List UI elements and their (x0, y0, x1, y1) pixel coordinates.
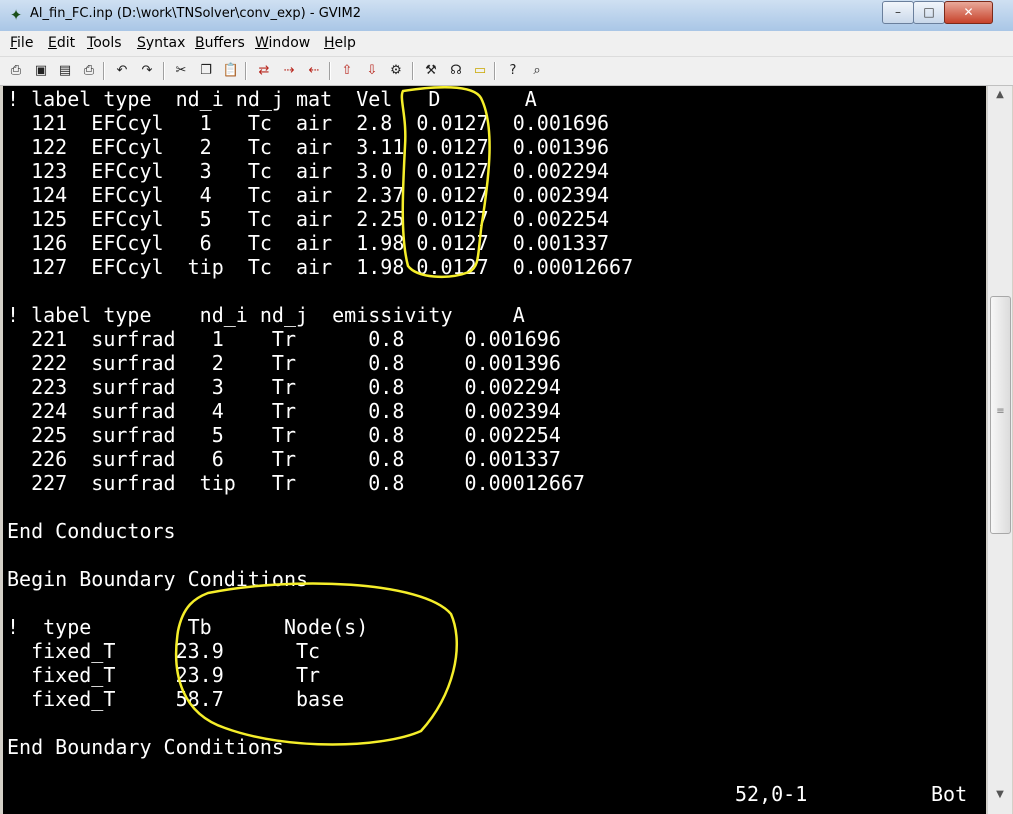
shell-icon[interactable]: ☊ (446, 61, 466, 81)
menu-buffers[interactable]: Buffers (195, 35, 245, 51)
toolbar-separator (245, 62, 247, 80)
scroll-up-arrow-icon[interactable]: ▲ (988, 86, 1012, 104)
menu-window[interactable]: Window (255, 35, 310, 51)
editor-line: 227 surfrad tip Tr 0.8 0.00012667 (7, 471, 585, 495)
menu-label: uffers (204, 35, 245, 51)
menu-file[interactable]: File (10, 35, 33, 51)
editor-text-area[interactable]: ! label type nd_i nd_j mat Vel D A 121 E… (3, 86, 986, 814)
editor-line: 225 surfrad 5 Tr 0.8 0.002254 (7, 423, 561, 447)
editor-line: 224 surfrad 4 Tr 0.8 0.002394 (7, 399, 561, 423)
run-script-icon[interactable]: ⚙ (386, 61, 406, 81)
toolbar: ⎙ ▣ ▤ ⎙ ↶ ↷ ✂ ❐ 📋 ⇄ ⇢ ⇠ ⇧ ⇩ ⚙ ⚒ ☊ ▭? ⌕ (0, 57, 1013, 86)
make-icon[interactable]: ⚒ (421, 61, 441, 81)
copy-icon[interactable]: ❐ (196, 61, 216, 81)
editor-line: 123 EFCcyl 3 Tc air 3.0 0.0127 0.002294 (7, 159, 610, 183)
status-line: 52,0-1 Bot (7, 782, 982, 806)
toolbar-separator (163, 62, 165, 80)
toolbar-separator (412, 62, 414, 80)
editor-line: fixed_T 23.9 Tr (7, 663, 321, 687)
editor-line: 221 surfrad 1 Tr 0.8 0.001696 (7, 327, 561, 351)
cut-icon[interactable]: ✂ (171, 61, 191, 81)
open-icon[interactable]: ⎙ (6, 61, 26, 81)
editor-line: ! label type nd_i nd_j mat Vel D A (7, 87, 537, 111)
menu-label: dit (56, 35, 76, 51)
redo-icon[interactable]: ↷ (137, 61, 157, 81)
menu-label: ile (17, 35, 34, 51)
menu-bar: File Edit Tools Syntax Buffers Window Help (0, 31, 1013, 57)
scroll-position: Bot (931, 782, 968, 806)
editor-line: fixed_T 58.7 base (7, 687, 345, 711)
find-next-icon[interactable]: ⇢ (279, 61, 299, 81)
find-help-icon[interactable]: ⌕ (527, 61, 547, 81)
editor-line: ! label type nd_i nd_j emissivity A (7, 303, 525, 327)
editor-line: fixed_T 23.9 Tc (7, 639, 321, 663)
scroll-down-arrow-icon[interactable]: ▼ (988, 786, 1012, 804)
title-bar[interactable]: ✦ Al_fin_FC.inp (D:\work\TNSolver\conv_e… (0, 0, 1013, 32)
scroll-thumb[interactable]: ≡ (990, 296, 1011, 534)
gvim-window: ✦ Al_fin_FC.inp (D:\work\TNSolver\conv_e… (0, 0, 1013, 814)
find-prev-icon[interactable]: ⇠ (304, 61, 324, 81)
editor-line: 223 surfrad 3 Tr 0.8 0.002294 (7, 375, 561, 399)
find-replace-icon[interactable]: ⇄ (254, 61, 274, 81)
vim-app-icon[interactable]: ✦ (7, 6, 25, 24)
editor-line: ! type Tb Node(s) (7, 615, 369, 639)
menu-edit[interactable]: Edit (48, 35, 75, 51)
menu-mnemonic: B (195, 35, 205, 51)
toolbar-separator (103, 62, 105, 80)
editor-line: 127 EFCcyl tip Tc air 1.98 0.0127 0.0001… (7, 255, 634, 279)
ctags-icon[interactable]: ▭ (470, 61, 490, 81)
menu-label: ools (93, 35, 122, 51)
menu-label: elp (334, 35, 356, 51)
close-button[interactable]: ✕ (944, 1, 993, 24)
menu-label: indow (268, 35, 311, 51)
editor-line: 125 EFCcyl 5 Tc air 2.25 0.0127 0.002254 (7, 207, 610, 231)
editor-line: 121 EFCcyl 1 Tc air 2.8 0.0127 0.001696 (7, 111, 610, 135)
editor-line: 122 EFCcyl 2 Tc air 3.11 0.0127 0.001396 (7, 135, 610, 159)
editor-line: End Boundary Conditions (7, 735, 284, 759)
toolbar-separator (329, 62, 331, 80)
menu-mnemonic: E (48, 35, 57, 51)
save-icon[interactable]: ▣ (31, 61, 51, 81)
editor-line: 226 surfrad 6 Tr 0.8 0.001337 (7, 447, 561, 471)
minimize-button[interactable]: – (882, 1, 914, 24)
help-icon[interactable]: ? (503, 61, 523, 81)
menu-mnemonic: S (137, 35, 146, 51)
editor-line: 124 EFCcyl 4 Tc air 2.37 0.0127 0.002394 (7, 183, 610, 207)
vertical-scrollbar[interactable]: ▲ ≡ ▼ (987, 86, 1012, 814)
menu-syntax[interactable]: Syntax (137, 35, 185, 51)
menu-mnemonic: F (10, 35, 18, 51)
menu-mnemonic: W (255, 35, 269, 51)
print-icon[interactable]: ⎙ (79, 61, 99, 81)
editor-line: Begin Boundary Conditions (7, 567, 309, 591)
editor-line: 126 EFCcyl 6 Tc air 1.98 0.0127 0.001337 (7, 231, 610, 255)
window-title: Al_fin_FC.inp (D:\work\TNSolver\conv_exp… (30, 6, 361, 21)
editor-line: End Conductors (7, 519, 176, 543)
toolbar-separator (494, 62, 496, 80)
paste-icon[interactable]: 📋 (221, 61, 241, 81)
menu-mnemonic: H (324, 35, 335, 51)
save-all-icon[interactable]: ▤ (55, 61, 75, 81)
grip-icon: ≡ (996, 406, 1005, 417)
maximize-button[interactable]: □ (913, 1, 945, 24)
menu-help[interactable]: Help (324, 35, 356, 51)
save-session-icon[interactable]: ⇩ (362, 61, 382, 81)
menu-tools[interactable]: Tools (87, 35, 122, 51)
menu-label: yntax (145, 35, 186, 51)
cursor-position: 52,0-1 (735, 782, 808, 806)
editor-line: 222 surfrad 2 Tr 0.8 0.001396 (7, 351, 561, 375)
load-session-icon[interactable]: ⇧ (337, 61, 357, 81)
undo-icon[interactable]: ↶ (112, 61, 132, 81)
